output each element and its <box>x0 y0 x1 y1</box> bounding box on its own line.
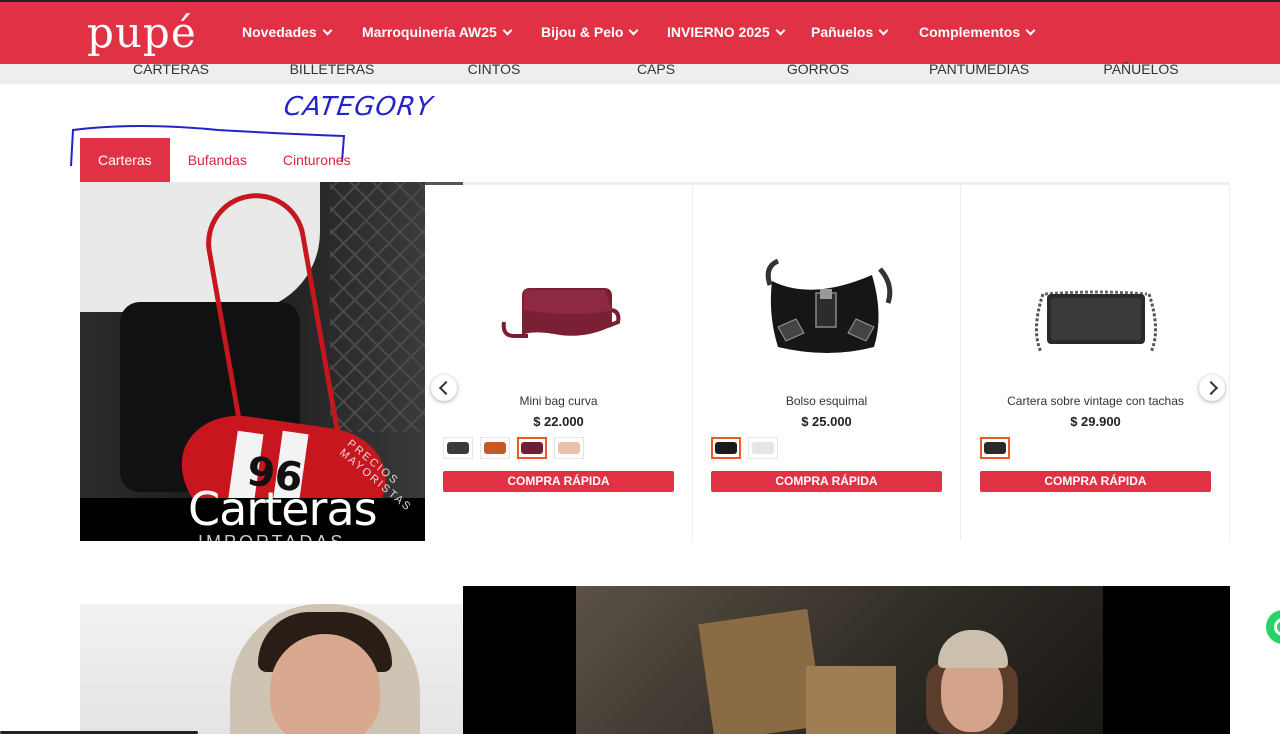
nav-label: Complementos <box>919 24 1021 40</box>
color-swatch-selected[interactable] <box>711 437 741 459</box>
product-card[interactable]: Bolso esquimal $ 25.000 COMPRA RÁPIDA <box>693 185 961 541</box>
mini-bag-curva-image <box>501 288 620 338</box>
carteras-banner-image[interactable]: 96 PRECIOS MAYORISTAS Carteras IMPORTADA… <box>80 182 425 541</box>
product-price: $ 25.000 <box>801 414 852 429</box>
color-swatches <box>443 437 584 459</box>
category-tabs: Carteras Bufandas Cinturones <box>80 138 369 182</box>
color-swatches <box>980 437 1010 459</box>
tab-carteras[interactable]: Carteras <box>80 138 170 182</box>
tab-bufandas[interactable]: Bufandas <box>170 138 265 182</box>
swatch-color <box>984 442 1006 454</box>
color-swatch[interactable] <box>443 437 473 459</box>
banner-fence-shape <box>330 182 425 432</box>
nav-label: Marroquinería AW25 <box>362 24 497 40</box>
subnav-panuelos[interactable]: PAÑUELOS <box>1103 61 1178 77</box>
color-swatch[interactable] <box>748 437 778 459</box>
handwritten-annotation-label: CATEGORY <box>281 92 436 122</box>
subnav-caps[interactable]: CAPS <box>637 61 675 77</box>
color-swatch-selected[interactable] <box>980 437 1010 459</box>
swatch-color <box>447 442 469 454</box>
nav-bijou-pelo[interactable]: Bijou & Pelo <box>541 24 667 40</box>
top-navigation-bar: pupé Novedades Marroquinería AW25 Bijou … <box>0 0 1280 64</box>
category-subnav: CARTERAS BILLETERAS CINTOS CAPS GORROS P… <box>0 61 1280 84</box>
chevron-down-icon <box>775 25 786 35</box>
cartera-vintage-tachas-image <box>1034 290 1157 353</box>
nav-label: Pañuelos <box>811 24 874 40</box>
subnav-carteras[interactable]: CARTERAS <box>133 61 209 77</box>
product-card[interactable]: Cartera sobre vintage con tachas $ 29.90… <box>962 185 1230 541</box>
color-swatch[interactable] <box>480 437 510 459</box>
swatch-color <box>484 442 506 454</box>
banner-title: Carteras <box>188 482 378 536</box>
chevron-down-icon <box>629 25 639 35</box>
banner-subtitle: IMPORTADAS <box>198 532 345 541</box>
promo-image-right[interactable] <box>463 586 1230 734</box>
nav-panuelos[interactable]: Pañuelos <box>811 24 919 40</box>
product-image[interactable] <box>693 225 960 395</box>
quick-buy-button[interactable]: COMPRA RÁPIDA <box>443 471 674 492</box>
color-swatches <box>711 437 778 459</box>
swatch-color <box>715 442 737 454</box>
subnav-cintos[interactable]: CINTOS <box>468 61 521 77</box>
nav-invierno-2025[interactable]: INVIERNO 2025 <box>667 24 811 40</box>
nav-label: Bijou & Pelo <box>541 24 624 40</box>
carousel-prev-button[interactable] <box>431 375 457 401</box>
nav-label: Novedades <box>242 24 317 40</box>
subnav-pantumedias[interactable]: PANTUMEDIAS <box>929 61 1029 77</box>
color-swatch-selected[interactable] <box>517 437 547 459</box>
promo-image-left[interactable] <box>80 604 463 734</box>
product-image[interactable] <box>425 225 692 395</box>
chevron-down-icon <box>1025 25 1036 35</box>
chevron-down-icon <box>502 25 513 35</box>
promo-box-shape <box>698 608 824 734</box>
product-name[interactable]: Bolso esquimal <box>693 394 960 408</box>
promo-box-shape <box>806 666 896 734</box>
main-nav: Novedades Marroquinería AW25 Bijou & Pel… <box>242 24 1039 40</box>
promo-scene-background <box>576 586 1103 734</box>
product-name[interactable]: Cartera sobre vintage con tachas <box>962 394 1229 408</box>
whatsapp-icon[interactable] <box>1266 610 1280 644</box>
product-price: $ 29.900 <box>1070 414 1121 429</box>
nav-novedades[interactable]: Novedades <box>242 24 362 40</box>
color-swatch[interactable] <box>554 437 584 459</box>
swatch-color <box>521 442 543 454</box>
product-image[interactable] <box>962 225 1229 395</box>
quick-buy-button[interactable]: COMPRA RÁPIDA <box>711 471 942 492</box>
bolso-esquimal-image <box>765 258 892 353</box>
quick-buy-button[interactable]: COMPRA RÁPIDA <box>980 471 1211 492</box>
brand-logo[interactable]: pupé <box>87 8 197 57</box>
product-name[interactable]: Mini bag curva <box>425 394 692 408</box>
subnav-gorros[interactable]: GORROS <box>787 61 849 77</box>
product-price: $ 22.000 <box>533 414 584 429</box>
nav-complementos[interactable]: Complementos <box>919 24 1039 40</box>
promo-cap-shape <box>938 630 1008 668</box>
nav-marroquineria[interactable]: Marroquinería AW25 <box>362 24 541 40</box>
swatch-color <box>558 442 580 454</box>
product-card[interactable]: Mini bag curva $ 22.000 COMPRA RÁPIDA <box>425 185 693 541</box>
subnav-billeteras[interactable]: BILLETERAS <box>290 61 375 77</box>
swatch-color <box>752 442 774 454</box>
chevron-down-icon <box>322 25 333 35</box>
tab-cinturones[interactable]: Cinturones <box>265 138 369 182</box>
chevron-down-icon <box>878 25 889 35</box>
carousel-next-button[interactable] <box>1199 375 1225 401</box>
nav-label: INVIERNO 2025 <box>667 24 770 40</box>
promo-face-shape <box>270 634 380 734</box>
